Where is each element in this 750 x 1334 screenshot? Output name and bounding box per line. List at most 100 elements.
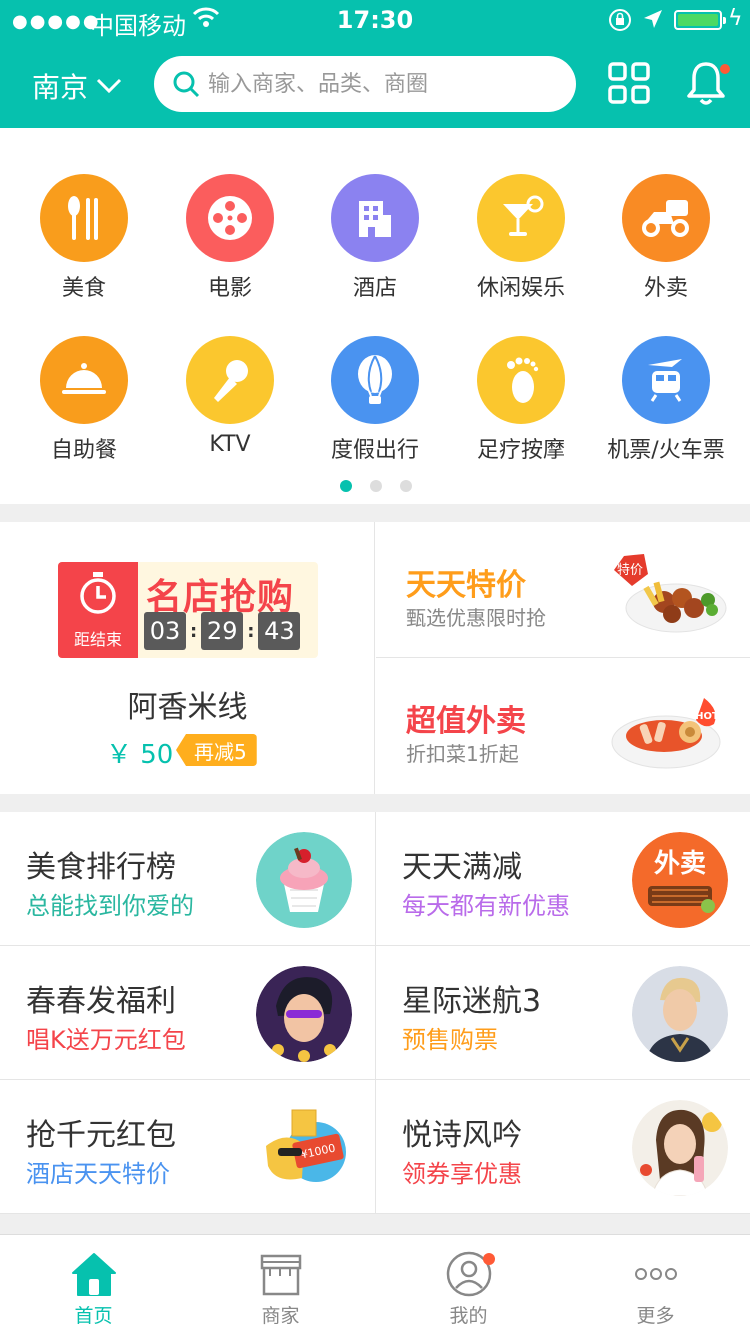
search-icon [173, 71, 200, 98]
timer-minutes: 29 [201, 612, 244, 650]
promo-subtitle: 领券享优惠 [402, 1160, 522, 1188]
promo-sticker: 外卖 [654, 849, 706, 879]
category-massage[interactable]: 足疗按摩 [446, 336, 596, 464]
battery-icon [674, 10, 726, 30]
notification-dot [483, 1253, 495, 1265]
promo-grid: 美食排行榜 总能找到你爱的 天天满减 每天都有新优惠 外卖 春春发福利 唱K送万… [0, 812, 750, 1214]
cocktail-icon [477, 174, 565, 262]
search-bar[interactable] [154, 56, 576, 112]
deal-subtitle: 折扣菜1折起 [406, 742, 519, 766]
tab-bar: 首页 商家 我的 更多 [0, 1234, 750, 1334]
category-food[interactable]: 美食 [9, 174, 159, 302]
actor-image [632, 966, 728, 1062]
deal-title: 超值外卖 [406, 704, 526, 739]
deal-sticker: 特价 [617, 563, 643, 578]
tab-label: 首页 [74, 1305, 113, 1327]
rice-cake-dish-image: HOT [611, 698, 721, 769]
countdown-timer: 03 : 29 : 43 [144, 612, 301, 650]
category-label: 美食 [61, 276, 106, 301]
home-icon [71, 1253, 116, 1296]
promo-food-ranking[interactable]: 美食排行榜 总能找到你爱的 [0, 812, 375, 946]
category-grid: 美食 电影 酒店 休闲娱乐 外卖 自助餐 KTV 度假出行 足疗按摩 机票/火车… [0, 128, 750, 504]
page-dot [400, 480, 412, 492]
timer-hours: 03 [144, 612, 186, 650]
tab-more[interactable]: 更多 [562, 1249, 749, 1328]
promo-title: 星际迷航3 [402, 984, 542, 1019]
promo-subtitle: 预售购票 [402, 1026, 498, 1054]
category-ktv[interactable]: KTV [155, 336, 305, 457]
stopwatch-icon [80, 572, 116, 614]
qr-scan-icon[interactable] [608, 62, 650, 108]
page-dot [370, 480, 382, 492]
category-label: 酒店 [352, 276, 397, 301]
chevron-down-icon [96, 78, 122, 94]
header: ●●●●● 中国移动 17:30 ϟ 南京 [0, 0, 750, 128]
film-reel-icon [186, 174, 274, 262]
category-label: 足疗按摩 [476, 438, 565, 463]
category-buffet[interactable]: 自助餐 [9, 336, 159, 464]
singer-image [256, 966, 352, 1062]
plane-train-icon [622, 336, 710, 424]
deal-daily-special[interactable]: 天天特价 甄选优惠限时抢 特价 [376, 522, 750, 658]
page-dot [340, 480, 352, 492]
category-label: KTV [209, 432, 251, 457]
deal-subtitle: 甄选优惠限时抢 [406, 606, 546, 630]
meatball-dish-image: 特价 [614, 554, 727, 633]
search-input[interactable] [208, 71, 548, 97]
category-travel[interactable]: 度假出行 [300, 336, 450, 464]
discount-tag: 再减5 [176, 734, 257, 766]
tab-mine[interactable]: 我的 [375, 1249, 562, 1328]
promo-red-packet[interactable]: 抢千元红包 酒店天天特价 ¥1000 [0, 1080, 375, 1214]
more-icon [634, 1268, 677, 1280]
category-label: 休闲娱乐 [476, 276, 565, 301]
promo-title: 悦诗风吟 [402, 1118, 522, 1153]
category-label: 自助餐 [50, 438, 117, 463]
promo-subtitle: 唱K送万元红包 [26, 1026, 186, 1054]
promo-title: 美食排行榜 [26, 850, 176, 885]
city-selector[interactable]: 南京 [32, 66, 122, 106]
charging-icon: ϟ [728, 6, 743, 31]
city-label: 南京 [32, 71, 89, 104]
category-movie[interactable]: 电影 [155, 174, 305, 302]
promo-subtitle: 总能找到你爱的 [26, 892, 194, 920]
hot-air-balloon-icon [331, 336, 419, 424]
promo-subtitle: 每天都有新优惠 [402, 892, 570, 920]
promo-title: 抢千元红包 [26, 1118, 176, 1153]
location-arrow-icon [642, 8, 664, 36]
category-leisure[interactable]: 休闲娱乐 [446, 174, 596, 302]
category-takeout[interactable]: 外卖 [591, 174, 741, 302]
tab-home[interactable]: 首页 [0, 1249, 187, 1328]
page-indicator [340, 480, 412, 492]
takeout-image: 外卖 [632, 832, 728, 928]
promo-daily-discount[interactable]: 天天满减 每天都有新优惠 外卖 [375, 812, 750, 946]
deal-takeout[interactable]: 超值外卖 折扣菜1折起 HOT [376, 658, 750, 794]
fork-knife-icon [40, 174, 128, 262]
red-packet-image: ¥1000 [256, 1100, 352, 1196]
countdown-panel: 距结束 [58, 562, 138, 658]
scooter-icon [622, 174, 710, 262]
tab-shops[interactable]: 商家 [187, 1249, 374, 1328]
tab-label: 更多 [636, 1305, 675, 1327]
category-label: 电影 [207, 276, 252, 301]
promo-title: 天天满减 [402, 850, 522, 885]
promo-innisfree[interactable]: 悦诗风吟 领券享优惠 [375, 1080, 750, 1214]
promo-star-trek[interactable]: 星际迷航3 预售购票 [375, 946, 750, 1080]
promo-ktv-bonus[interactable]: 春春发福利 唱K送万元红包 [0, 946, 375, 1080]
category-hotel[interactable]: 酒店 [300, 174, 450, 302]
cupcake-image [256, 832, 352, 928]
tab-label: 商家 [261, 1305, 300, 1327]
rotation-lock-icon [608, 8, 632, 38]
model-image [632, 1100, 728, 1196]
category-tickets[interactable]: 机票/火车票 [591, 336, 741, 464]
notification-bell-icon[interactable] [686, 60, 730, 110]
countdown-label: 距结束 [73, 630, 122, 649]
promo-subtitle: 酒店天天特价 [26, 1160, 170, 1188]
food-cloche-icon [40, 336, 128, 424]
clock: 17:30 [336, 6, 414, 34]
foot-icon [477, 336, 565, 424]
deal-title: 天天特价 [406, 568, 526, 603]
flash-sale-card[interactable]: 距结束 名店抢购 03 : 29 : 43 阿香米线 ￥ 50 再减5 [0, 522, 375, 794]
deals-section: 距结束 名店抢购 03 : 29 : 43 阿香米线 ￥ 50 再减5 天天特价… [0, 522, 750, 794]
category-label: 度假出行 [330, 438, 419, 463]
tab-label: 我的 [449, 1305, 488, 1327]
